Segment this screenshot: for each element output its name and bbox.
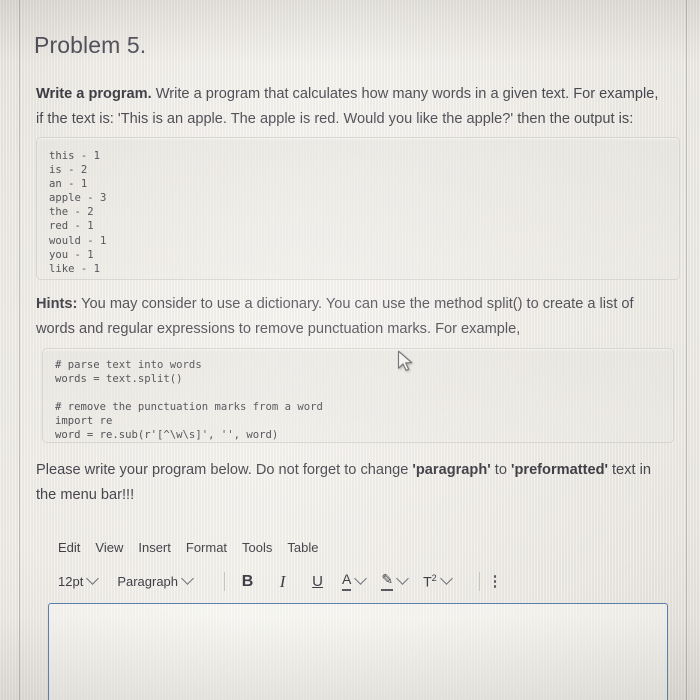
hint-code-text: # parse text into words words = text.spl… [55, 359, 323, 442]
editor-text-area[interactable] [48, 603, 668, 700]
block-format-value: Paragraph [117, 574, 179, 589]
hints-lead: Hints: [36, 296, 78, 312]
instructions-emphasis-paragraph: 'paragraph' [412, 462, 491, 478]
problem-statement-paragraph: Write a program. Write a program that ca… [36, 82, 664, 132]
mouse-cursor-icon [397, 350, 413, 371]
expected-output-text: this - 1 is - 2 an - 1 apple - 3 the - 2… [49, 150, 107, 275]
chevron-down-icon [439, 572, 453, 585]
editor-toolbar: 12pt Paragraph B I U A ✎ T2 [48, 566, 668, 597]
menu-item-format[interactable]: Format [186, 540, 227, 555]
menu-item-table[interactable]: Table [287, 540, 318, 555]
more-options-icon[interactable] [493, 575, 497, 588]
toolbar-divider [224, 572, 226, 591]
rich-text-editor: Edit View Insert Format Tools Table 12pt… [48, 534, 668, 597]
highlighter-pen-icon: ✎ [381, 572, 394, 591]
chevron-down-icon [354, 572, 368, 585]
toolbar-divider [478, 572, 480, 591]
instructions-part-1: Please write your program below. Do not … [36, 462, 413, 478]
bold-button[interactable]: B [237, 571, 258, 593]
hints-body: You may consider to use a dictionary. Yo… [36, 296, 634, 337]
instructions-part-2: to [490, 462, 511, 478]
underline-button[interactable]: U [307, 571, 328, 593]
menu-item-tools[interactable]: Tools [242, 540, 272, 555]
superscript-icon: T2 [423, 573, 437, 590]
problem-statement-lead: Write a program. [36, 86, 152, 102]
menu-item-edit[interactable]: Edit [58, 540, 80, 555]
text-color-picker[interactable]: A [342, 572, 368, 591]
hints-paragraph: Hints: You may consider to use a diction… [36, 292, 664, 342]
italic-button[interactable]: I [272, 571, 293, 593]
font-size-dropdown[interactable]: 12pt [58, 572, 100, 589]
block-format-dropdown[interactable]: Paragraph [117, 572, 194, 589]
hint-code-block: # parse text into words words = text.spl… [42, 348, 674, 443]
chevron-down-icon [181, 572, 194, 585]
instructions-emphasis-preformatted: 'preformatted' [511, 462, 608, 478]
menu-item-insert[interactable]: Insert [138, 540, 171, 555]
page-title: Problem 5. [34, 32, 147, 58]
highlight-color-picker[interactable]: ✎ [381, 572, 409, 591]
chevron-down-icon [86, 572, 100, 585]
submission-instructions-paragraph: Please write your program below. Do not … [36, 458, 664, 508]
text-color-icon: A [342, 572, 352, 591]
menu-item-view[interactable]: View [95, 540, 123, 555]
superscript-dropdown[interactable]: T2 [423, 572, 453, 590]
font-size-value: 12pt [58, 574, 84, 589]
editor-menubar: Edit View Insert Format Tools Table [48, 534, 668, 560]
chevron-down-icon [396, 572, 409, 585]
expected-output-code-block: this - 1 is - 2 an - 1 apple - 3 the - 2… [36, 137, 680, 280]
